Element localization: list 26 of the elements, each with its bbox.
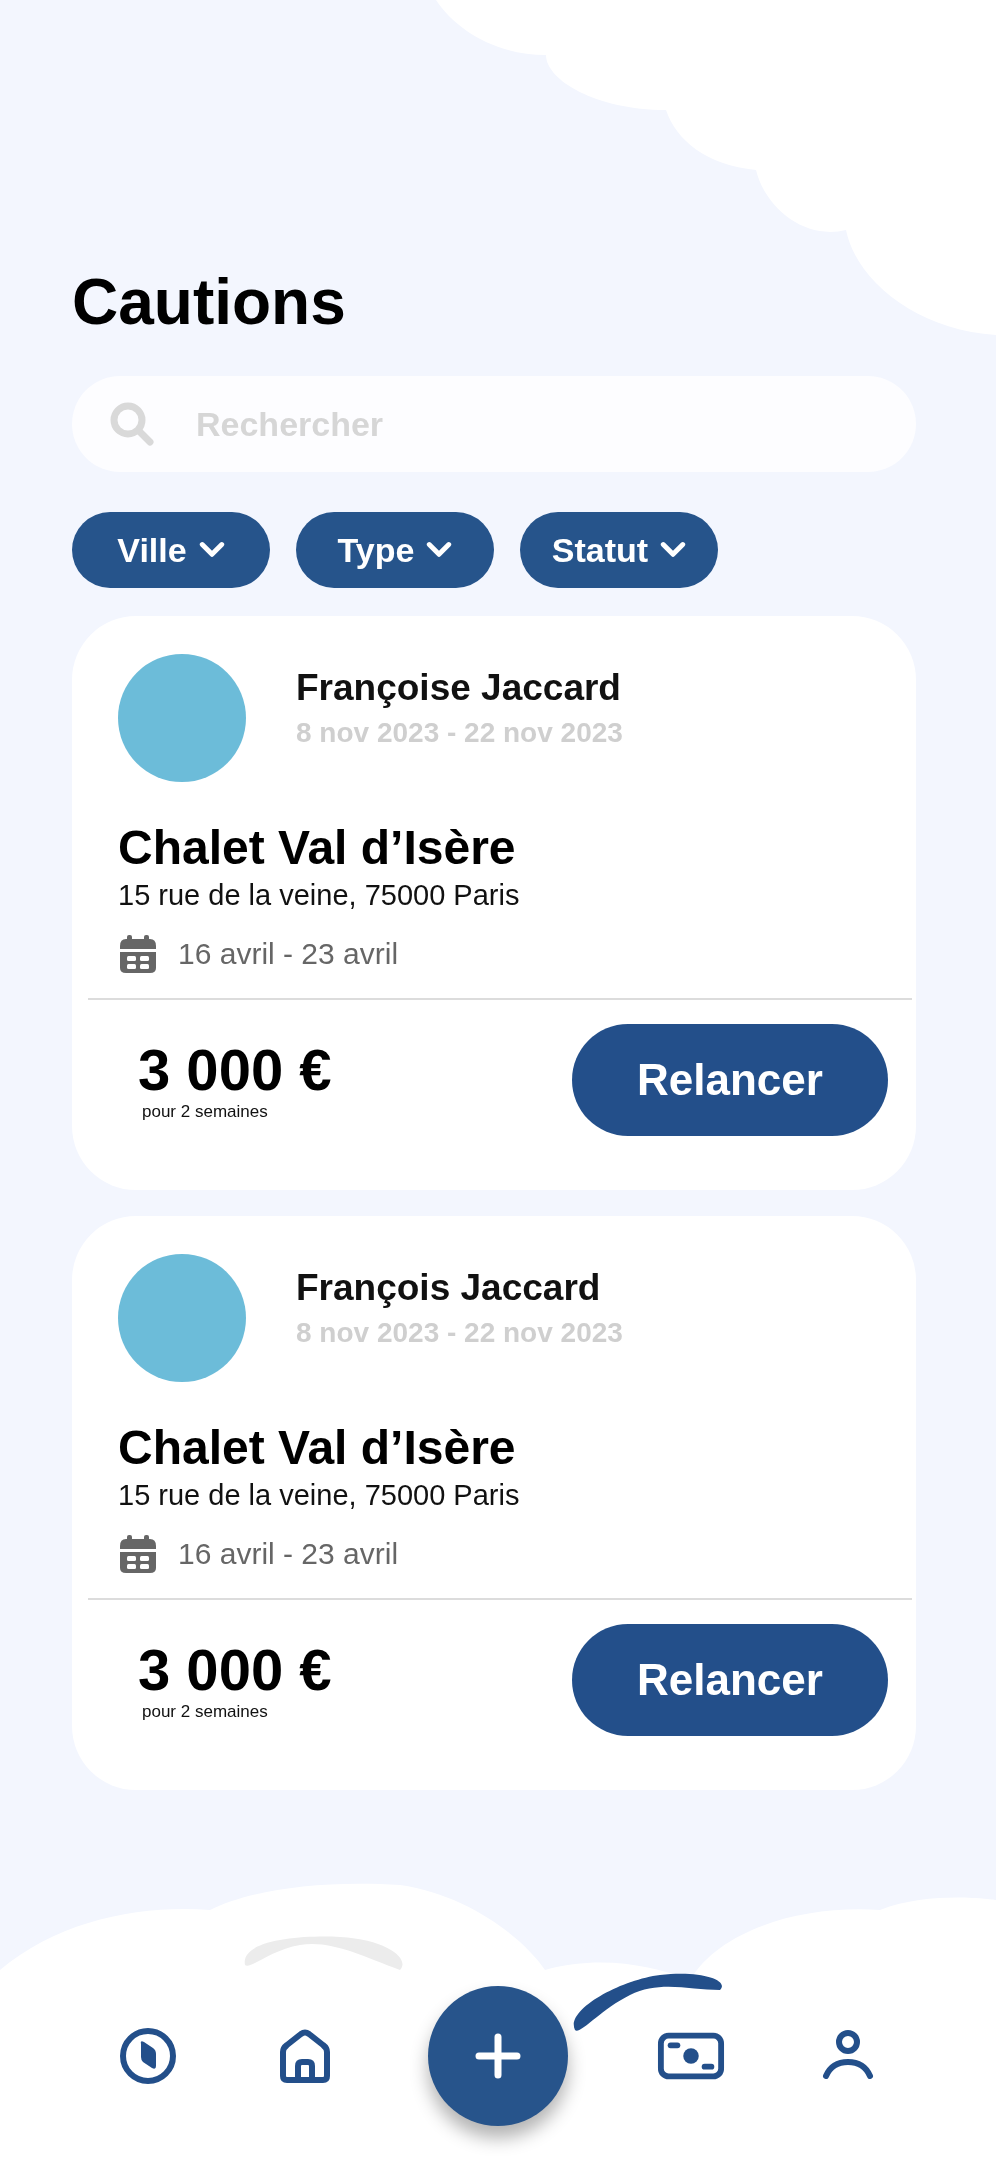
price: 3 000 € [138, 1638, 332, 1702]
calendar-icon [118, 1534, 158, 1574]
filter-dropdown[interactable]: Type [296, 512, 494, 588]
property-name: Chalet Val d’Isère [117, 1420, 517, 1475]
price-note: pour 2 semaines [142, 1702, 269, 1722]
property-address: 15 rue de la veine, 75000 Paris [117, 1479, 521, 1512]
filter-dropdown[interactable]: Ville [72, 512, 270, 588]
price: 3 000 € [138, 1038, 332, 1102]
filter-dropdown[interactable]: Statut [520, 512, 718, 588]
banknote-icon[interactable] [656, 2031, 725, 2081]
price-note: pour 2 semaines [142, 1102, 269, 1122]
remind-button[interactable]: Relancer [572, 1024, 888, 1136]
tenant-name: Françoise Jaccard [296, 667, 622, 709]
page-title: Cautions [72, 265, 347, 340]
calendar-icon [118, 934, 158, 974]
property-address: 15 rue de la veine, 75000 Paris [117, 879, 521, 912]
property-name: Chalet Val d’Isère [117, 820, 517, 875]
chevron-down-icon [660, 541, 687, 559]
chevron-down-icon [426, 541, 453, 559]
stay-period: 16 avril - 23 avril [178, 937, 399, 971]
tenant-name: François Jaccard [296, 1267, 602, 1309]
stay-period: 16 avril - 23 avril [178, 1537, 399, 1571]
chevron-down-icon [198, 541, 225, 559]
compass-icon[interactable] [118, 2026, 179, 2086]
plus-icon [473, 2031, 523, 2081]
remind-button[interactable]: Relancer [572, 1624, 888, 1736]
